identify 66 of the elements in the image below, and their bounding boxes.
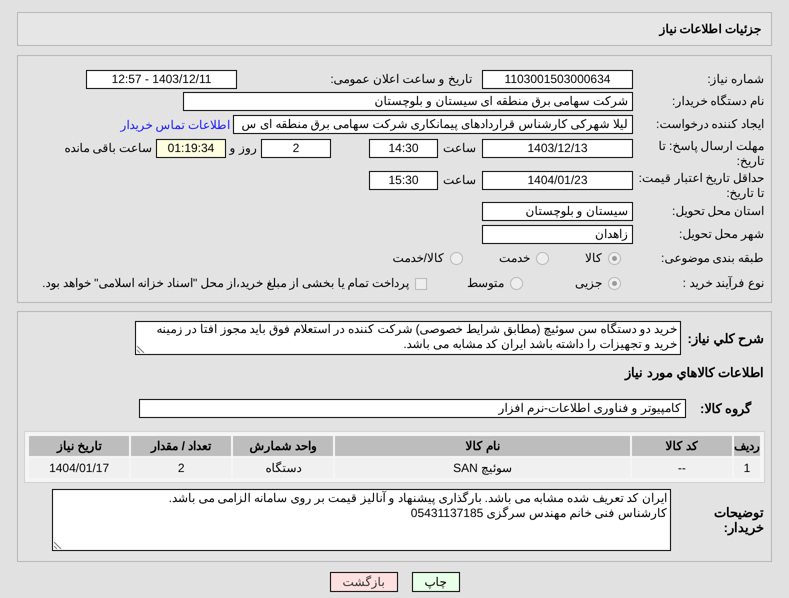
radio-button[interactable]: [608, 277, 621, 290]
field-label: خدمت: [498, 251, 531, 266]
field-label: گروه کالا:: [699, 401, 752, 416]
field-label: توضیحات خریدار:: [713, 504, 765, 534]
input-field[interactable]: 1103001503000634: [482, 70, 633, 88]
radio-button[interactable]: [536, 252, 549, 265]
back-button[interactable]: بازگشت: [330, 572, 398, 592]
input-field[interactable]: زاهدان: [482, 225, 633, 244]
field-label: ساعت: [442, 172, 477, 188]
notes-line: کارشناس فنی خانم مهندس سرگزی 05431137185: [410, 506, 667, 520]
radio-button[interactable]: [510, 277, 523, 290]
field-label: طبقه بندی موضوعی:: [660, 251, 765, 266]
input-field[interactable]: شرکت سهامی برق منطقه ای سیستان و بلوچستان: [183, 92, 633, 111]
field-label: حداقل تاریخ اعتبار قیمت: تا تاریخ:: [638, 170, 765, 201]
table-cell: 1404/01/17: [29, 458, 130, 478]
radio-button[interactable]: [608, 252, 621, 265]
column-header: ردیف: [734, 436, 760, 456]
notes-line: ایران کد تعریف شده مشابه می باشد. بارگذاری پیشنهاد و آنالیز قیمت بر روی سامانه الزامی می باشد.: [168, 490, 667, 506]
field-label: استان محل تحویل:: [670, 204, 765, 219]
input-field[interactable]: سیستان و بلوچستان: [482, 202, 633, 221]
table-cell: 1: [734, 458, 760, 478]
field-label: پرداخت تمام یا بخشی از مبلغ خرید،از محل "اسناد خزانه اسلامی" خواهد بود.: [42, 276, 410, 291]
section-heading: اطلاعات کالاهاي مورد نياز: [625, 364, 765, 382]
page-title: جزئیات اطلاعات نیاز: [659, 21, 761, 38]
input-field[interactable]: 1403/12/13: [482, 139, 633, 158]
table-cell: سوئیچ SAN: [335, 458, 630, 478]
table-cell: --: [632, 458, 732, 478]
column-header: کد کالا: [632, 436, 732, 456]
resize-grip-icon[interactable]: [54, 540, 62, 548]
field-label: نوع فرآیند خرید :: [682, 276, 765, 291]
description-text: خرید دو دستگاه سن سوئیچ (مطابق شرایط خصوصی) شرکت کننده در استعلام فوق باید مجوز افتا در زمینه خرید و تجهیزات را داشته باشد ایران کد مشابه می باشد.: [156, 322, 677, 351]
field-label: ایجاد کننده درخواست:: [654, 117, 765, 132]
column-header: تعداد / مقدار: [131, 436, 232, 456]
field-label: شرح کلي نياز:: [686, 330, 765, 346]
field-label: متوسط: [466, 276, 505, 291]
field-label: نام دستگاه خریدار:: [670, 94, 765, 109]
table-cell: دستگاه: [233, 458, 334, 478]
field-label: تاریخ و ساعت اعلان عمومی:: [329, 72, 473, 86]
field-label: جزیی: [574, 276, 603, 291]
field-label: روز و: [228, 140, 258, 156]
field-label: مهلت ارسال پاسخ: تا تاریخ:: [658, 138, 765, 169]
input-field[interactable]: کامپیوتر و فناوری اطلاعات-نرم افزار: [139, 399, 686, 418]
input-field[interactable]: لیلا شهرکی کارشناس قراردادهای پیمانکاری شرکت سهامی برق منطقه ای س: [233, 115, 633, 134]
table-cell: 2: [131, 458, 232, 478]
field-label: ساعت: [442, 140, 477, 156]
field-label: شماره نیاز:: [706, 72, 765, 86]
field-label: ساعت باقی مانده: [64, 140, 153, 156]
column-header: نام کالا: [335, 436, 630, 456]
contact-link[interactable]: اطلاعات تماس خریدار: [120, 116, 233, 134]
input-field[interactable]: 01:19:34: [156, 139, 226, 158]
field-label: شهر محل تحویل:: [678, 227, 765, 242]
text-area[interactable]: ایران کد تعریف شده مشابه می باشد. بارگذاری پیشنهاد و آنالیز قیمت بر روی سامانه الزامی می باشد. کارشناس فنی خانم مهندس سرگزی 05431137185: [52, 488, 671, 550]
field-label: کالا/خدمت: [392, 251, 445, 266]
column-header: تاریخ نیاز: [29, 436, 130, 456]
column-header: واحد شمارش: [233, 436, 334, 456]
field-label: کالا: [584, 251, 603, 266]
input-field[interactable]: 1404/01/23: [482, 171, 633, 190]
input-field[interactable]: 1403/12/11 - 12:57: [86, 70, 237, 88]
input-field[interactable]: 14:30: [369, 139, 438, 158]
input-field[interactable]: 2: [261, 139, 331, 158]
resize-grip-icon[interactable]: [137, 345, 145, 353]
radio-button[interactable]: [450, 252, 463, 265]
input-field[interactable]: 15:30: [369, 171, 438, 190]
checkbox[interactable]: [415, 278, 427, 290]
text-area[interactable]: خرید دو دستگاه سن سوئیچ (مطابق شرایط خصوصی) شرکت کننده در استعلام فوق باید مجوز افتا در زمینه خرید و تجهیزات را داشته باشد ایران کد مشابه می باشد.: [135, 321, 681, 355]
print-button[interactable]: چاپ: [412, 572, 460, 592]
